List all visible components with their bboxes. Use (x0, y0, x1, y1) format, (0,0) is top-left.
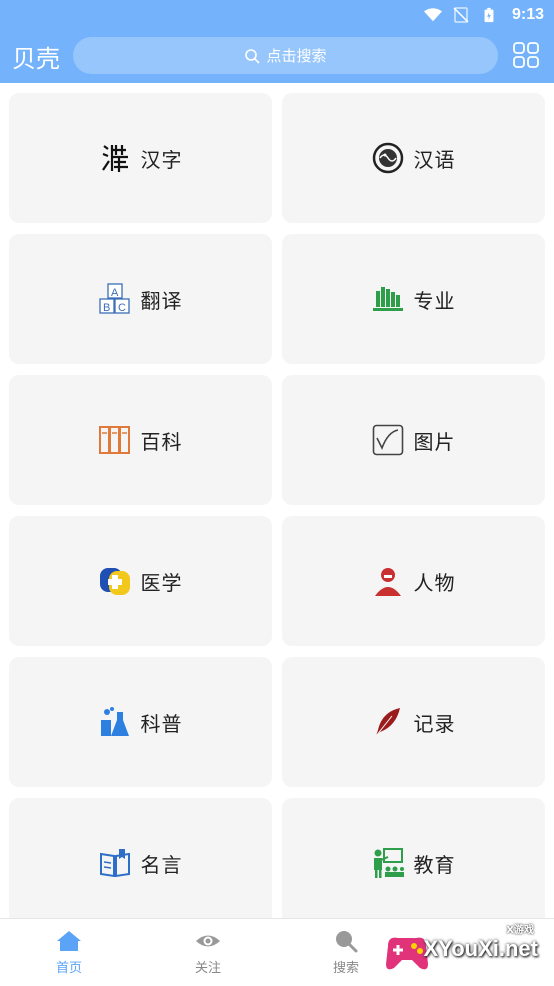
card-label: 人物 (413, 570, 456, 595)
card-mingyan[interactable]: 名言 (9, 798, 272, 928)
lab-flask-icon (99, 706, 131, 738)
card-jilu[interactable]: 记录 (282, 657, 545, 787)
card-fanyi[interactable]: A B C 翻译 (9, 234, 272, 364)
nav-home[interactable]: 首页 (34, 929, 104, 976)
card-tupian[interactable]: 图片 (282, 375, 545, 505)
eye-icon (196, 935, 220, 947)
card-label: 汉语 (413, 147, 456, 172)
nav-label: 关注 (194, 961, 221, 976)
card-label: 百科 (140, 429, 183, 454)
open-book-icon (99, 847, 131, 879)
grid-menu-icon[interactable] (512, 41, 540, 69)
teacher-board-icon (372, 847, 404, 879)
svg-text:C: C (118, 302, 126, 314)
encyclopedia-books-icon (98, 424, 131, 456)
nav-label: 搜索 (332, 961, 359, 976)
nav-search[interactable]: 搜索 (311, 929, 381, 976)
bottom-nav: 首页 关注 搜索 X游戏 XYouXi.net (0, 918, 554, 986)
card-label: 图片 (413, 429, 456, 454)
home-icon (57, 931, 81, 951)
card-label: 汉字 (140, 147, 183, 172)
svg-text:A: A (111, 287, 119, 299)
card-hanzi[interactable]: 汉字 (9, 93, 272, 223)
card-hanyu[interactable]: 汉语 (282, 93, 545, 223)
watermark: X游戏 XYouXi.net (382, 925, 548, 976)
watermark-tag: X游戏 (506, 925, 534, 936)
books-shelf-icon (372, 283, 404, 315)
card-label: 医学 (140, 570, 183, 595)
portrait-icon (372, 565, 404, 597)
status-bar: 9:13 (0, 0, 554, 30)
card-kepu[interactable]: 科普 (9, 657, 272, 787)
wifi-icon (423, 8, 442, 22)
card-label: 科普 (140, 711, 183, 736)
card-yixue[interactable]: 医学 (9, 516, 272, 646)
card-label: 翻译 (140, 288, 183, 313)
nav-follow[interactable]: 关注 (173, 929, 243, 976)
app-title: 贝壳 (12, 45, 60, 73)
hanzi-seal-icon (99, 142, 131, 174)
clock-time: 9:13 (511, 6, 544, 23)
card-zhuanye[interactable]: 专业 (282, 234, 545, 364)
card-renwu[interactable]: 人物 (282, 516, 545, 646)
medical-cross-icon (99, 565, 131, 597)
abc-blocks-icon: A B C (98, 283, 131, 315)
search-bar[interactable]: 点击搜索 (73, 37, 498, 74)
battery-icon (484, 7, 494, 23)
card-label: 记录 (413, 711, 456, 736)
no-signal-icon (453, 7, 469, 23)
app-header: 贝壳 点击搜索 (0, 30, 554, 83)
dragon-emblem-icon (372, 142, 404, 174)
card-jiaoyu[interactable]: 教育 (282, 798, 545, 928)
search-icon (245, 48, 260, 63)
watermark-brand: XYouXi.net (423, 936, 539, 961)
search-placeholder: 点击搜索 (266, 47, 327, 65)
card-label: 专业 (413, 288, 456, 313)
card-label: 教育 (413, 852, 456, 877)
svg-text:B: B (103, 302, 110, 314)
search-icon (336, 931, 358, 953)
card-label: 名言 (140, 852, 183, 877)
nav-label: 首页 (55, 961, 82, 976)
picture-frame-icon (372, 424, 404, 456)
quill-feather-icon (372, 706, 404, 738)
card-baike[interactable]: 百科 (9, 375, 272, 505)
